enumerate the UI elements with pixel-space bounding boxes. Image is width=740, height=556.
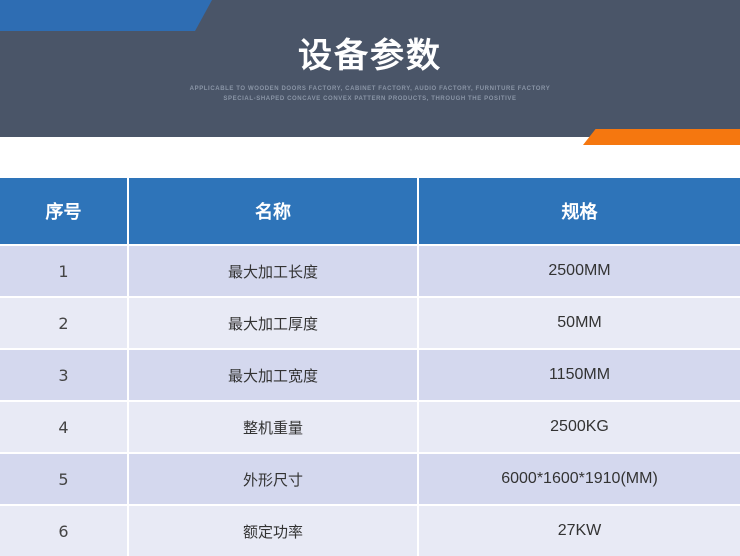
row-name: 额定功率 (128, 504, 419, 556)
table-header-row: 序号 名称 规格 (0, 178, 740, 245)
row-name: 最大加工长度 (128, 244, 419, 297)
subtitle-line-1: Applicable to wooden doors factory, cabi… (189, 86, 551, 92)
table-row: 2 最大加工厚度 50MM (0, 296, 740, 349)
row-spec: 50MM (418, 296, 740, 349)
table-row: 3 最大加工宽度 1150MM (0, 348, 740, 401)
table-row: 5 外形尺寸 6000*1600*1910(MM) (0, 452, 740, 505)
row-spec: 27KW (418, 504, 740, 556)
subtitle-line-2: special-shaped concave convex pattern pr… (223, 96, 517, 102)
orange-accent-strip (583, 129, 740, 145)
page-title: 设备参数 (298, 36, 442, 76)
header-no: 序号 (0, 178, 129, 245)
row-name: 整机重量 (128, 400, 419, 453)
row-spec: 1150MM (418, 348, 740, 401)
table-row: 4 整机重量 2500KG (0, 400, 740, 453)
row-spec: 2500MM (418, 244, 740, 297)
row-name: 最大加工厚度 (128, 296, 419, 349)
table-row: 1 最大加工长度 2500MM (0, 244, 740, 297)
row-no: 3 (0, 348, 129, 401)
row-no: 4 (0, 400, 129, 453)
header-banner: 设备参数 Applicable to wooden doors factory,… (0, 0, 740, 137)
row-no: 2 (0, 296, 129, 349)
row-no: 6 (0, 504, 129, 556)
row-name: 外形尺寸 (128, 452, 419, 505)
table-row: 6 额定功率 27KW (0, 504, 740, 556)
header-name: 名称 (128, 178, 419, 245)
row-name: 最大加工宽度 (128, 348, 419, 401)
row-spec: 6000*1600*1910(MM) (418, 452, 740, 505)
row-no: 1 (0, 244, 129, 297)
header-spec: 规格 (418, 178, 740, 245)
row-spec: 2500KG (418, 400, 740, 453)
spec-table: 序号 名称 规格 1 最大加工长度 2500MM 2 最大加工厚度 50MM 3… (0, 178, 740, 556)
blue-accent-strip (0, 0, 212, 31)
row-no: 5 (0, 452, 129, 505)
